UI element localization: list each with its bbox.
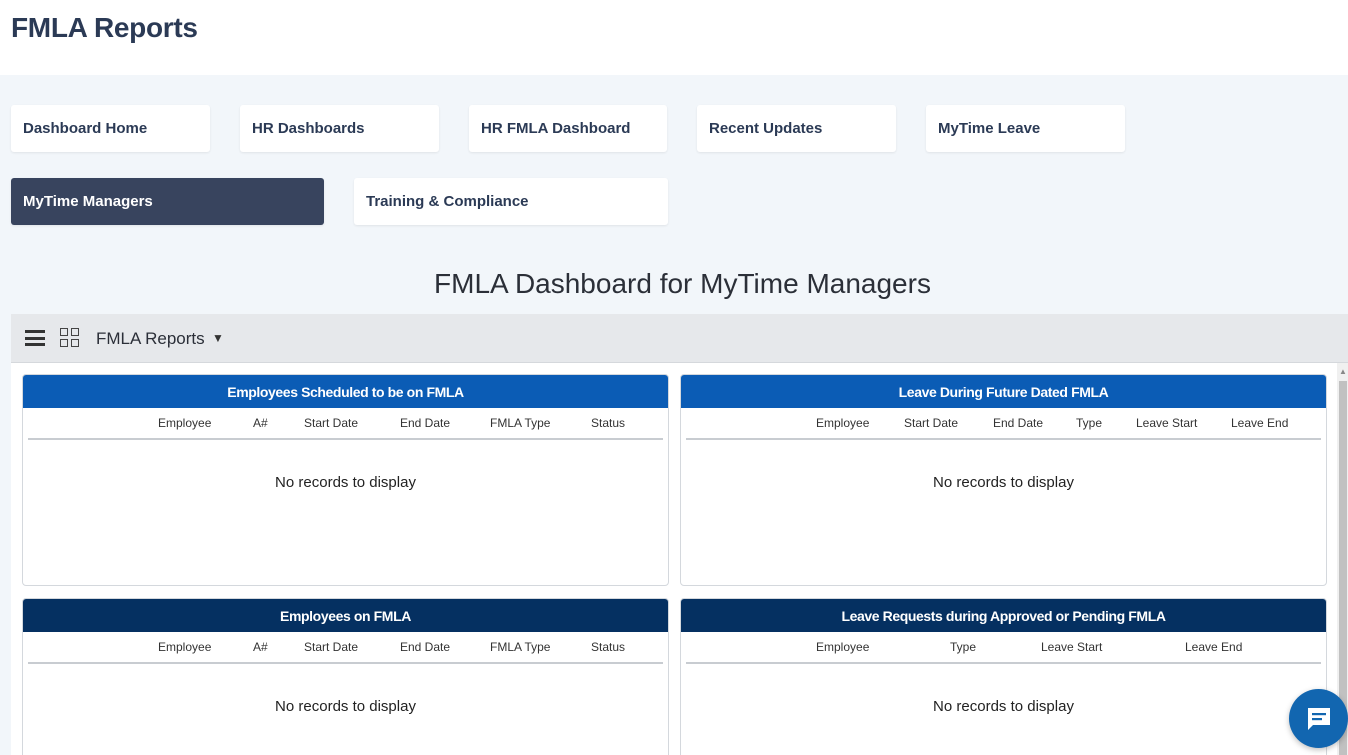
column-header[interactable]: FMLA Type xyxy=(490,416,550,430)
panel-title: Employees on FMLA xyxy=(23,599,668,632)
nav-training-compliance[interactable]: Training & Compliance xyxy=(354,178,668,225)
page-header: FMLA Reports xyxy=(0,0,1348,75)
column-header[interactable]: Employee xyxy=(158,640,211,654)
chat-bubble-icon xyxy=(1308,708,1330,730)
panel-title: Employees Scheduled to be on FMLA xyxy=(23,375,668,408)
column-header[interactable]: Type xyxy=(1076,416,1102,430)
panel-employees-on-fmla: Employees on FMLA Employee A# Start Date… xyxy=(22,598,669,755)
panel-title: Leave Requests during Approved or Pendin… xyxy=(681,599,1326,632)
nav-hr-fmla-dashboard[interactable]: HR FMLA Dashboard xyxy=(469,105,667,152)
column-header[interactable]: Type xyxy=(950,640,976,654)
table-header: Employee Start Date End Date Type Leave … xyxy=(686,408,1321,440)
panel-title: Leave During Future Dated FMLA xyxy=(681,375,1326,408)
column-header[interactable]: Employee xyxy=(816,640,869,654)
column-header[interactable]: Status xyxy=(591,416,625,430)
column-header[interactable]: Start Date xyxy=(904,416,958,430)
chat-button[interactable] xyxy=(1289,689,1348,748)
report-selector-label[interactable]: FMLA Reports xyxy=(96,329,205,349)
page-title: FMLA Reports xyxy=(11,12,198,43)
column-header[interactable]: End Date xyxy=(400,416,450,430)
column-header[interactable]: A# xyxy=(253,416,268,430)
column-header[interactable]: Leave Start xyxy=(1041,640,1102,654)
empty-message: No records to display xyxy=(275,698,416,715)
column-header[interactable]: Leave End xyxy=(1231,416,1288,430)
panel-leave-future-dated-fmla: Leave During Future Dated FMLA Employee … xyxy=(680,374,1327,586)
column-header[interactable]: Start Date xyxy=(304,640,358,654)
column-header[interactable]: FMLA Type xyxy=(490,640,550,654)
column-header[interactable]: Status xyxy=(591,640,625,654)
panel-leave-requests-approved-pending: Leave Requests during Approved or Pendin… xyxy=(680,598,1327,755)
panel-employees-scheduled-fmla: Employees Scheduled to be on FMLA Employ… xyxy=(22,374,669,586)
chevron-down-icon[interactable]: ▼ xyxy=(212,331,224,345)
table-header: Employee A# Start Date End Date FMLA Typ… xyxy=(28,408,663,440)
column-header[interactable]: End Date xyxy=(400,640,450,654)
scroll-up-icon[interactable]: ▲ xyxy=(1339,367,1347,376)
nav-mytime-leave[interactable]: MyTime Leave xyxy=(926,105,1125,152)
empty-message: No records to display xyxy=(275,474,416,491)
column-header[interactable]: Leave End xyxy=(1185,640,1242,654)
empty-message: No records to display xyxy=(933,698,1074,715)
table-header: Employee A# Start Date End Date FMLA Typ… xyxy=(28,632,663,664)
column-header[interactable]: Employee xyxy=(816,416,869,430)
nav-recent-updates[interactable]: Recent Updates xyxy=(697,105,896,152)
table-header: Employee Type Leave Start Leave End xyxy=(686,632,1321,664)
column-header[interactable]: Employee xyxy=(158,416,211,430)
dashboard-toolbar: FMLA Reports ▼ xyxy=(11,314,1348,363)
nav-dashboard-home[interactable]: Dashboard Home xyxy=(11,105,210,152)
column-header[interactable]: Leave Start xyxy=(1136,416,1197,430)
column-header[interactable]: End Date xyxy=(993,416,1043,430)
empty-message: No records to display xyxy=(933,474,1074,491)
grid-layout-icon[interactable] xyxy=(60,328,80,348)
dashboard-title: FMLA Dashboard for MyTime Managers xyxy=(434,268,931,299)
hamburger-menu-icon[interactable] xyxy=(25,330,45,346)
column-header[interactable]: Start Date xyxy=(304,416,358,430)
column-header[interactable]: A# xyxy=(253,640,268,654)
nav-hr-dashboards[interactable]: HR Dashboards xyxy=(240,105,439,152)
nav-mytime-managers[interactable]: MyTime Managers xyxy=(11,178,324,225)
